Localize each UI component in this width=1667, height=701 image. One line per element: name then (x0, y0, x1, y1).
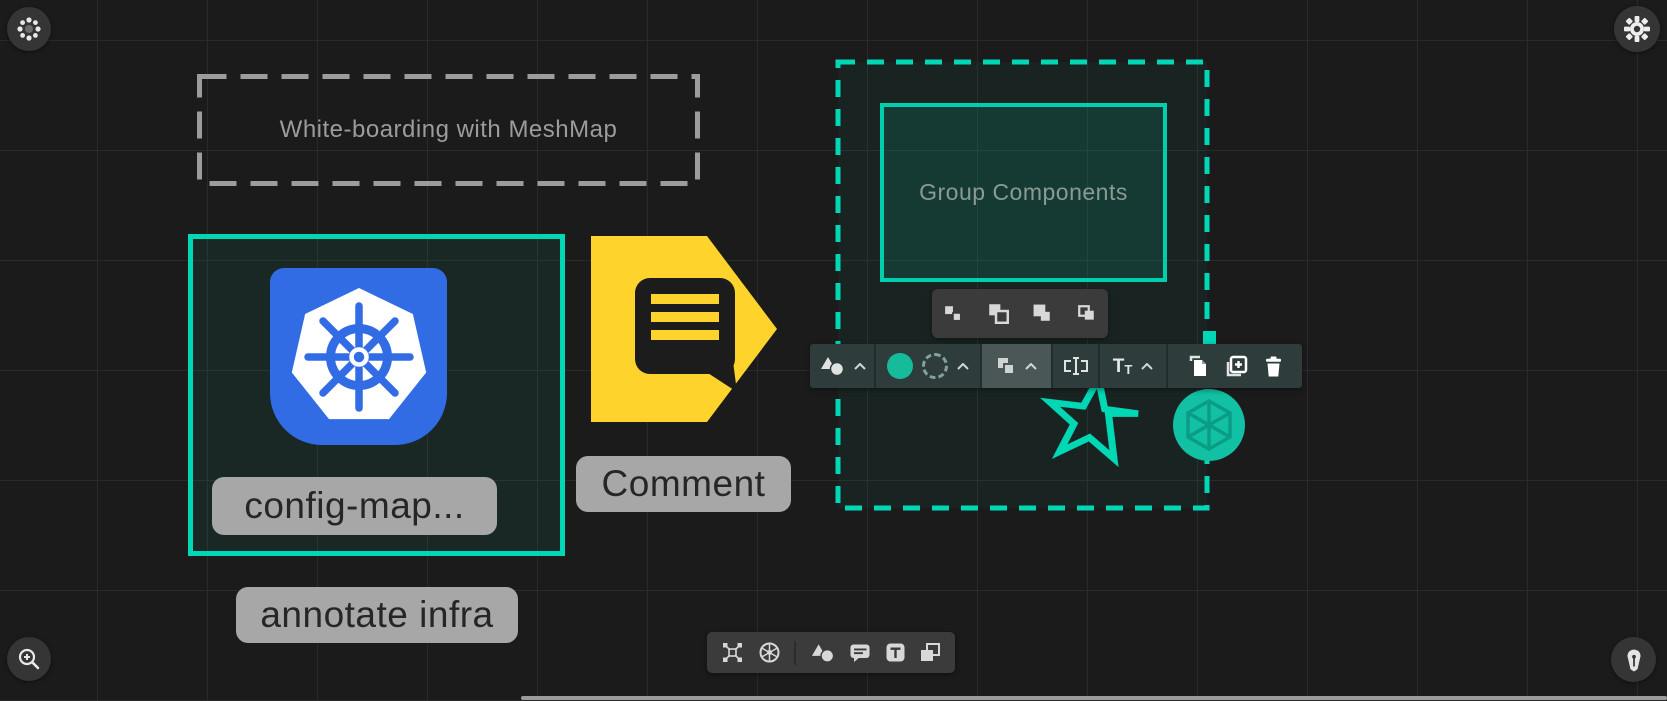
horizontal-scrollbar[interactable] (521, 696, 1667, 700)
whiteboard-note-label: White-boarding with MeshMap (197, 74, 700, 186)
arrange-popup (932, 289, 1108, 338)
comment-tool-button[interactable] (849, 642, 871, 663)
kubernetes-node-label-text: config-map... (244, 485, 464, 527)
selection-handle[interactable] (1203, 331, 1216, 344)
duplicate-add-icon (1226, 355, 1248, 377)
style-toolbar: TT (810, 344, 1302, 388)
border-style-button[interactable] (922, 353, 948, 379)
copy-icon (1188, 355, 1209, 377)
fill-color-swatch[interactable] (887, 353, 913, 379)
bring-to-front-button[interactable] (944, 304, 963, 323)
group-components-label: Group Components (919, 179, 1128, 206)
frame-icon (919, 642, 941, 663)
shapes-icon (810, 643, 835, 663)
text-style-button[interactable]: TT (1100, 344, 1168, 388)
send-backward-icon (1033, 304, 1052, 323)
text-style-icon: TT (1113, 357, 1133, 376)
group-components-node[interactable]: Group Components (880, 103, 1167, 282)
delete-button[interactable] (1265, 356, 1282, 377)
text-tool-button[interactable] (885, 642, 906, 663)
send-to-back-icon (1077, 304, 1096, 323)
comment-icon (849, 642, 871, 663)
kubernetes-node-label[interactable]: config-map... (212, 477, 497, 535)
send-to-back-button[interactable] (1077, 304, 1096, 323)
pen-button[interactable] (1611, 637, 1656, 682)
chevron-up-icon (1141, 363, 1153, 370)
bring-forward-button[interactable] (988, 303, 1009, 324)
whiteboard-canvas[interactable]: White-boarding with MeshMap Group Compon… (0, 0, 1667, 701)
shapes-tool-button[interactable] (810, 643, 835, 663)
color-border-section (876, 344, 982, 388)
annotation-text: annotate infra (260, 594, 493, 636)
dock-separator (794, 641, 796, 665)
bring-forward-icon (988, 303, 1009, 324)
comment-node-label[interactable]: Comment (576, 456, 791, 512)
meshery-menu-button[interactable] (7, 7, 51, 51)
shapes-icon (819, 356, 845, 376)
shapes-picker-button[interactable] (810, 344, 876, 388)
kubernetes-icon-badge (270, 268, 447, 445)
trash-icon (1265, 356, 1282, 377)
send-backward-button[interactable] (1033, 304, 1052, 323)
comment-shape-node[interactable] (591, 236, 777, 422)
components-composer-icon (721, 641, 744, 664)
kubernetes-icon (284, 282, 434, 432)
mesh-tool-button[interactable] (758, 641, 781, 664)
arrange-order-icon (996, 356, 1016, 376)
gear-icon (1623, 15, 1651, 43)
mesh-circle-node[interactable] (1171, 387, 1247, 463)
chevron-up-icon[interactable] (957, 363, 969, 370)
resize-width-button[interactable] (1053, 344, 1100, 388)
pen-nib-icon (1623, 648, 1645, 672)
actions-section (1168, 344, 1302, 388)
duplicate-add-button[interactable] (1226, 355, 1248, 377)
arrange-order-button[interactable] (982, 344, 1053, 388)
zoom-button[interactable] (7, 637, 51, 681)
settings-button[interactable] (1614, 6, 1660, 52)
meshery-logo-icon (16, 16, 42, 42)
annotation-text-node[interactable]: annotate infra (236, 587, 518, 643)
copy-button[interactable] (1188, 355, 1209, 377)
mesh-icon (758, 641, 781, 664)
bring-to-front-icon (944, 304, 963, 323)
resize-width-icon (1062, 357, 1090, 375)
chevron-up-icon (854, 363, 866, 370)
chevron-up-icon (1025, 363, 1037, 370)
frame-tool-button[interactable] (919, 642, 941, 663)
components-tool-button[interactable] (721, 641, 744, 664)
tools-dock (707, 632, 955, 673)
zoom-in-icon (17, 647, 41, 671)
comment-label-text: Comment (602, 463, 766, 505)
text-tool-icon (885, 642, 906, 663)
